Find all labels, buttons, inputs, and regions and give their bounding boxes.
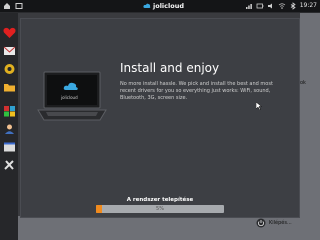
top-bar: jolicloud 19:27	[0, 0, 320, 13]
cloud-icon	[143, 3, 151, 8]
logout-label[interactable]: Kilépés...	[269, 220, 292, 226]
status-tray: 19:27	[245, 1, 317, 11]
bluetooth-icon[interactable]	[289, 2, 297, 10]
progress-text: 5%	[156, 206, 164, 212]
top-bar-left-icons	[3, 2, 23, 10]
clock: 19:27	[299, 2, 317, 9]
progress-label: A rendszer telepítése	[126, 197, 194, 203]
install-progress-bar: 5%	[96, 205, 224, 213]
settings-icon[interactable]	[3, 63, 16, 75]
tools-icon[interactable]	[3, 159, 16, 171]
network-icon[interactable]	[245, 2, 253, 10]
puzzle-icon[interactable]	[3, 105, 16, 117]
power-menu[interactable]: Kilépés...	[256, 218, 292, 228]
brand: jolicloud	[143, 1, 184, 11]
power-icon[interactable]	[256, 218, 266, 228]
wifi-icon[interactable]	[278, 2, 286, 10]
battery-icon[interactable]	[256, 2, 264, 10]
window-app-icon[interactable]	[3, 141, 16, 153]
volume-icon[interactable]	[267, 2, 275, 10]
app-dock	[0, 13, 18, 240]
home-icon[interactable]	[3, 2, 11, 10]
desktop-right-strip	[300, 13, 320, 240]
install-title: Install and enjoy	[120, 61, 220, 75]
window-icon[interactable]	[15, 2, 23, 10]
mail-icon[interactable]	[3, 45, 16, 57]
folder-icon[interactable]	[3, 81, 16, 93]
brand-name: jolicloud	[153, 2, 184, 10]
user-icon[interactable]	[3, 123, 16, 135]
mouse-pointer-icon	[256, 102, 262, 110]
laptop-brand: jolicloud	[61, 95, 78, 100]
install-description: No more install hassle. We pick and inst…	[120, 81, 273, 101]
heart-icon[interactable]	[3, 27, 16, 39]
side-label: ok	[300, 80, 306, 86]
